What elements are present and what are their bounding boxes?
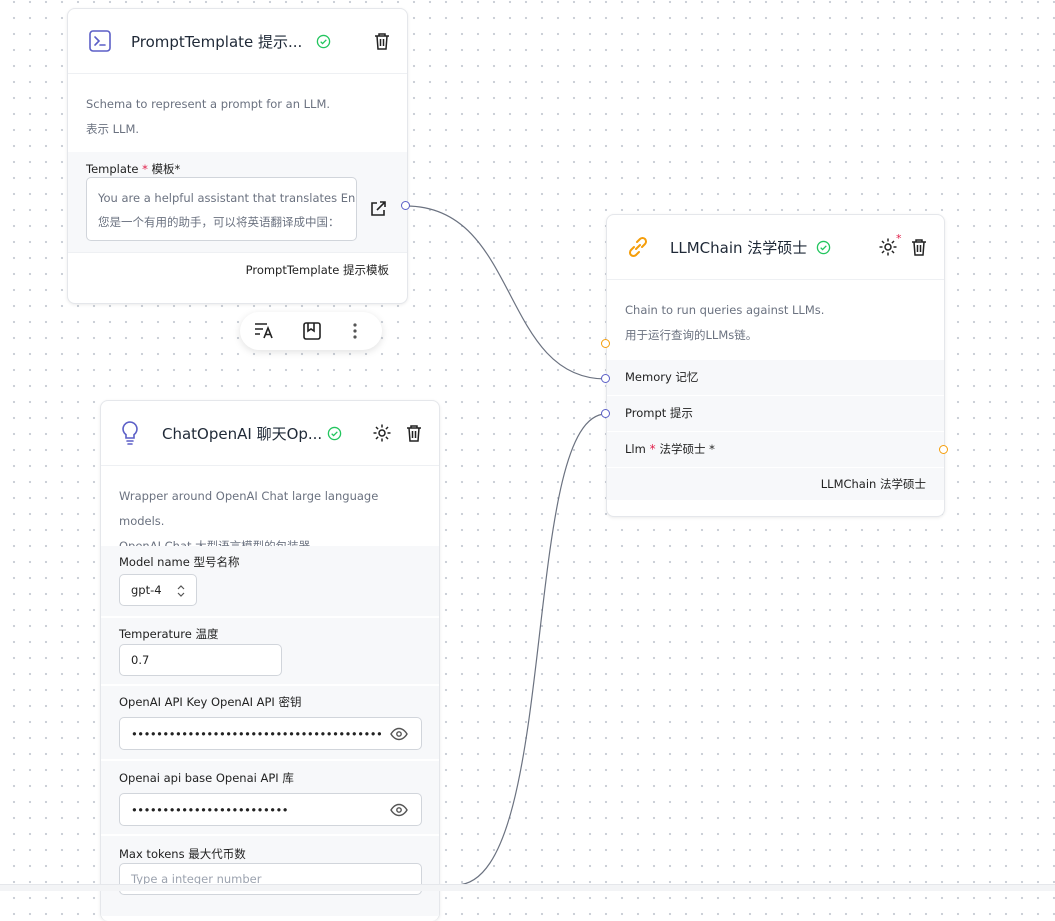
eye-icon[interactable] xyxy=(390,803,408,817)
node-title: LLMChain 法学硕士 xyxy=(670,238,808,257)
chain-top-left-handle[interactable] xyxy=(601,339,610,348)
llm-input: Llm * 法学硕士 * xyxy=(607,432,944,467)
prompt-label: Prompt 提示 xyxy=(625,406,693,420)
api-key-field: OpenAI API Key OpenAI API 密钥 •••••••••••… xyxy=(101,686,439,759)
max-tokens-label: Max tokens 最大代币数 xyxy=(119,847,246,861)
trash-icon[interactable] xyxy=(910,237,928,257)
llm-right-handle[interactable] xyxy=(939,445,948,454)
template-label: Template * 模板* xyxy=(86,161,180,177)
trash-icon[interactable] xyxy=(373,31,391,51)
trash-icon[interactable] xyxy=(405,423,423,443)
edge-prompt-to-memory xyxy=(405,205,607,380)
required-mark: * xyxy=(896,232,902,245)
template-line-2: 您是一个有用的助手，可以将英语翻译成中国： xyxy=(98,215,340,229)
api-key-label: OpenAI API Key OpenAI API 密钥 xyxy=(119,695,302,709)
chat-openai-node[interactable]: ChatOpenAI 聊天Op... Wrapper around OpenAI… xyxy=(100,400,440,921)
node-description: Wrapper around OpenAI Chat large languag… xyxy=(101,466,439,553)
node-description: Schema to represent a prompt for an LLM.… xyxy=(68,74,407,152)
temperature-value: 0.7 xyxy=(131,653,150,667)
template-label-en: Template xyxy=(86,162,139,176)
gear-icon[interactable]: * xyxy=(878,232,902,257)
temperature-field: Temperature 温度 0.7 xyxy=(101,618,439,684)
eye-icon[interactable] xyxy=(390,727,408,741)
api-base-value: ••••••••••••••••••••••••• xyxy=(131,802,289,817)
more-vertical-icon[interactable] xyxy=(352,322,358,340)
model-name-label: Model name 型号名称 xyxy=(119,555,240,569)
max-tokens-field: Max tokens 最大代币数 Type a integer number xyxy=(101,836,439,916)
temperature-label: Temperature 温度 xyxy=(119,627,219,641)
api-key-input[interactable]: ••••••••••••••••••••••••••••••••••••••••… xyxy=(119,717,422,750)
node-title: ChatOpenAI 聊天Op... xyxy=(162,424,323,443)
lightbulb-icon xyxy=(119,420,141,446)
chevron-updown-icon xyxy=(176,584,186,598)
temperature-input[interactable]: 0.7 xyxy=(119,644,282,676)
node-description: Chain to run queries against LLMs. 用于运行查… xyxy=(607,280,944,360)
terminal-icon xyxy=(88,29,112,53)
description-zh: 用于运行查询的LLMs链。 xyxy=(625,328,758,342)
description-zh: 表示 LLM. xyxy=(86,122,140,136)
memory-handle[interactable] xyxy=(601,374,610,383)
llm-label-zh: 法学硕士 * xyxy=(659,442,715,456)
description-en: Wrapper around OpenAI Chat large languag… xyxy=(119,489,379,528)
node-header: PromptTemplate 提示... xyxy=(68,9,407,74)
check-circle-icon xyxy=(816,240,831,255)
api-base-label: Openai api base Openai API 库 xyxy=(119,771,294,785)
external-link-icon[interactable] xyxy=(368,199,388,219)
llmchain-node[interactable]: LLMChain 法学硕士 * Chain to run queries aga… xyxy=(606,214,945,517)
prompt-template-node[interactable]: PromptTemplate 提示... Schema to represent… xyxy=(67,8,408,304)
node-title: PromptTemplate 提示... xyxy=(131,32,303,51)
description-en: Schema to represent a prompt for an LLM. xyxy=(86,97,331,111)
model-name-field: Model name 型号名称 gpt-4 xyxy=(101,546,439,616)
model-name-value: gpt-4 xyxy=(131,583,162,597)
check-circle-icon xyxy=(316,34,331,49)
gear-icon[interactable] xyxy=(372,423,392,443)
edge-chat-to-prompt xyxy=(455,413,607,886)
memory-label: Memory 记忆 xyxy=(625,370,699,384)
llm-label: Llm xyxy=(625,442,646,456)
prompt-input: Prompt 提示 xyxy=(607,396,944,431)
template-field: Template * 模板* You are a helpful assista… xyxy=(68,152,407,252)
prompt-handle[interactable] xyxy=(601,409,610,418)
api-base-input[interactable]: ••••••••••••••••••••••••• xyxy=(119,793,422,826)
output-footer: PromptTemplate 提示模板 xyxy=(68,252,407,289)
link-icon xyxy=(625,234,651,260)
output-label: LLMChain 法学硕士 xyxy=(820,477,926,491)
memory-input: Memory 记忆 xyxy=(607,360,944,395)
check-circle-icon xyxy=(327,426,342,441)
output-footer: LLMChain 法学硕士 xyxy=(607,467,944,500)
prompt-output-handle[interactable] xyxy=(401,201,410,210)
api-key-value: ••••••••••••••••••••••••••••••••••••••••… xyxy=(131,726,381,741)
template-label-zh: 模板* xyxy=(151,162,181,176)
api-base-field: Openai api base Openai API 库 •••••••••••… xyxy=(101,761,439,834)
template-textarea[interactable]: You are a helpful assistant that transla… xyxy=(86,177,357,241)
bookmark-icon[interactable] xyxy=(302,321,322,341)
output-label: PromptTemplate 提示模板 xyxy=(245,263,389,277)
template-line-1: You are a helpful assistant that transla… xyxy=(98,191,357,205)
model-name-select[interactable]: gpt-4 xyxy=(119,574,197,606)
node-toolbar xyxy=(240,312,382,350)
description-en: Chain to run queries against LLMs. xyxy=(625,303,825,317)
node-header: ChatOpenAI 聊天Op... xyxy=(101,401,439,466)
node-header: LLMChain 法学硕士 * xyxy=(607,215,944,280)
required-mark: * xyxy=(142,162,148,176)
required-mark: * xyxy=(649,442,656,456)
text-translate-icon[interactable] xyxy=(254,322,276,340)
